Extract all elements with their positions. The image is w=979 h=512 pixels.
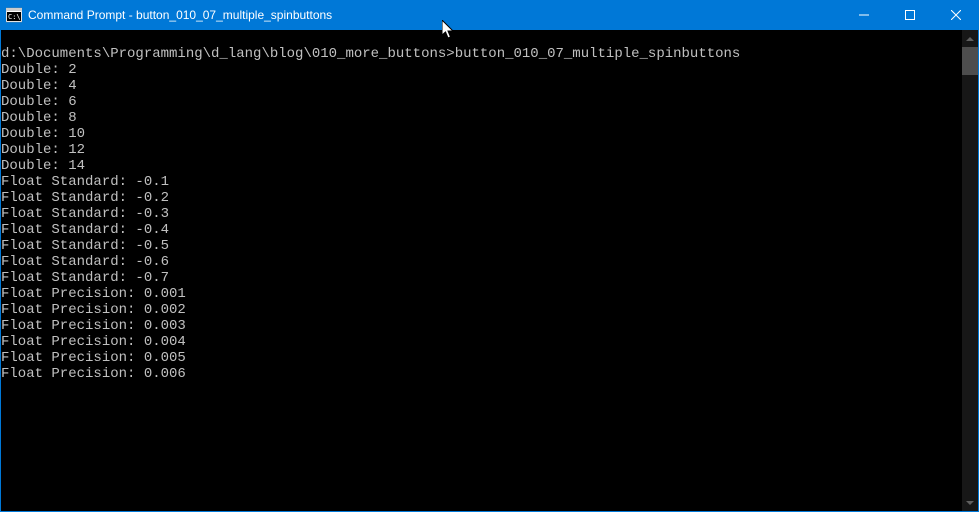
output-line: Float Standard: -0.6 xyxy=(1,254,169,270)
scroll-down-arrow-icon[interactable] xyxy=(962,494,978,511)
output-line: Double: 14 xyxy=(1,158,85,174)
command-prompt-window: C:\ Command Prompt - button_010_07_multi… xyxy=(0,0,979,512)
maximize-button[interactable] xyxy=(887,0,933,30)
output-line: Float Precision: 0.006 xyxy=(1,366,186,382)
output-line: Float Standard: -0.7 xyxy=(1,270,169,286)
output-line: Double: 12 xyxy=(1,142,85,158)
output-line: Float Standard: -0.4 xyxy=(1,222,169,238)
output-line: Float Precision: 0.004 xyxy=(1,334,186,350)
vertical-scrollbar[interactable] xyxy=(962,30,978,511)
terminal-output[interactable]: d:\Documents\Programming\d_lang\blog\010… xyxy=(1,30,962,511)
prompt-path: d:\Documents\Programming\d_lang\blog\010… xyxy=(1,46,455,62)
client-area: d:\Documents\Programming\d_lang\blog\010… xyxy=(1,30,978,511)
output-line: Float Precision: 0.001 xyxy=(1,286,186,302)
output-line: Float Standard: -0.5 xyxy=(1,238,169,254)
scroll-up-arrow-icon[interactable] xyxy=(962,30,978,47)
window-title: Command Prompt - button_010_07_multiple_… xyxy=(28,8,841,22)
output-line: Float Precision: 0.005 xyxy=(1,350,186,366)
output-line: Float Precision: 0.003 xyxy=(1,318,186,334)
svg-text:C:\: C:\ xyxy=(8,13,21,21)
minimize-button[interactable] xyxy=(841,0,887,30)
output-line: Double: 4 xyxy=(1,78,77,94)
command-text: button_010_07_multiple_spinbuttons xyxy=(455,46,741,62)
output-line: Double: 8 xyxy=(1,110,77,126)
prompt-line: d:\Documents\Programming\d_lang\blog\010… xyxy=(1,46,740,62)
output-line: Float Standard: -0.3 xyxy=(1,206,169,222)
output-line: Float Precision: 0.002 xyxy=(1,302,186,318)
output-line: Float Standard: -0.1 xyxy=(1,174,169,190)
window-controls xyxy=(841,0,979,30)
output-line: Double: 2 xyxy=(1,62,77,78)
titlebar[interactable]: C:\ Command Prompt - button_010_07_multi… xyxy=(0,0,979,30)
close-button[interactable] xyxy=(933,0,979,30)
output-line: Double: 6 xyxy=(1,94,77,110)
output-line: Double: 10 xyxy=(1,126,85,142)
cmd-icon: C:\ xyxy=(6,7,22,23)
scrollbar-thumb[interactable] xyxy=(962,47,978,75)
output-line: Float Standard: -0.2 xyxy=(1,190,169,206)
